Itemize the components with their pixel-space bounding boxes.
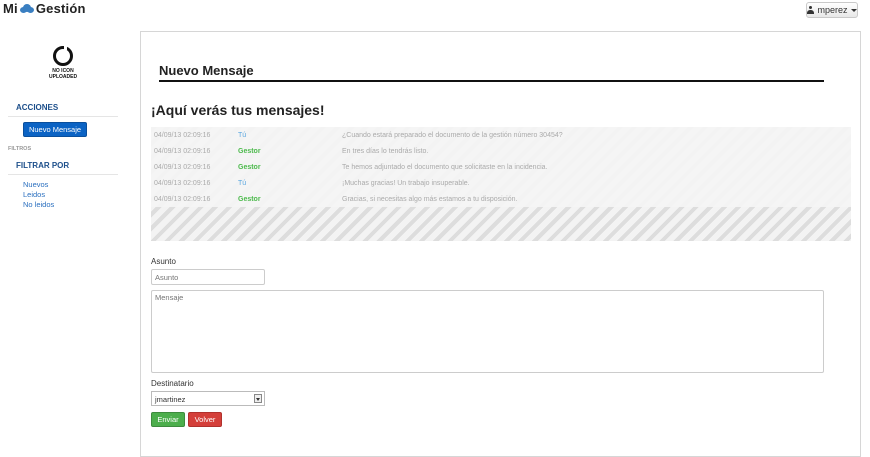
message-row[interactable]: 04/09/13 02:09:16 Gestor Gracias, si nec…	[151, 191, 851, 207]
message-sender: Gestor	[238, 147, 261, 155]
message-date: 04/09/13 02:09:16	[154, 179, 211, 187]
message-text: En tres días lo tendrás listo.	[342, 147, 429, 155]
destinatario-select[interactable]: jmartinez	[151, 391, 265, 406]
user-menu-button[interactable]: mperez	[806, 2, 858, 18]
filter-no-leidos-link[interactable]: No leidos	[23, 200, 54, 209]
brand-prefix: Mi	[3, 1, 18, 16]
message-list[interactable]: 04/09/13 02:09:16 Tú ¿Cuando estará prep…	[151, 127, 851, 241]
power-icon	[53, 45, 73, 66]
main-panel: Nuevo Mensaje ¡Aquí verás tus mensajes! …	[140, 31, 861, 457]
mensaje-textarea[interactable]	[151, 290, 824, 373]
asunto-input[interactable]	[151, 269, 265, 285]
filtrar-por-header: FILTRAR POR	[16, 161, 70, 170]
message-date: 04/09/13 02:09:16	[154, 131, 211, 139]
divider	[8, 116, 118, 117]
messages-headline: ¡Aquí verás tus mensajes!	[151, 102, 325, 118]
message-sender: Tú	[238, 179, 247, 187]
enviar-button[interactable]: Enviar	[151, 412, 185, 427]
message-row[interactable]: 04/09/13 02:09:16 Gestor En tres días lo…	[151, 143, 851, 159]
message-date: 04/09/13 02:09:16	[154, 163, 211, 171]
filtros-label: FILTROS	[8, 146, 32, 152]
dropdown-arrow-icon[interactable]	[254, 394, 262, 403]
no-icon-logo: NO ICON UPLOADED	[49, 45, 78, 88]
volver-button[interactable]: Volver	[188, 412, 222, 427]
top-bar: Mi Gestión mperez	[0, 0, 870, 22]
brand-logo[interactable]: Mi Gestión	[3, 1, 86, 16]
message-text: Te hemos adjuntado el documento que soli…	[342, 163, 548, 171]
message-text: ¿Cuando estará preparado el documento de…	[342, 131, 563, 139]
message-text: ¡Muchas gracias! Un trabajo insuperable.	[342, 179, 470, 187]
message-text: Gracias, si necesitas algo más estamos a…	[342, 195, 518, 203]
message-date: 04/09/13 02:09:16	[154, 147, 211, 155]
message-sender: Gestor	[238, 195, 261, 203]
caret-down-icon	[850, 8, 857, 12]
asunto-label: Asunto	[151, 257, 176, 266]
message-row[interactable]: 04/09/13 02:09:16 Tú ¿Cuando estará prep…	[151, 127, 851, 143]
title-rule	[159, 80, 824, 82]
destinatario-label: Destinatario	[151, 379, 194, 388]
destinatario-value: jmartinez	[155, 395, 186, 404]
cloud-icon	[19, 4, 34, 13]
divider	[8, 174, 118, 175]
acciones-header: ACCIONES	[16, 103, 59, 112]
message-row[interactable]: 04/09/13 02:09:16 Gestor Te hemos adjunt…	[151, 159, 851, 175]
user-icon	[807, 6, 815, 14]
nuevo-mensaje-button[interactable]: Nuevo Mensaje	[23, 122, 87, 137]
username: mperez	[817, 5, 848, 15]
message-row[interactable]: 04/09/13 02:09:16 Tú ¡Muchas gracias! Un…	[151, 175, 851, 191]
filter-leidos-link[interactable]: Leidos	[23, 190, 45, 199]
brand-suffix: Gestión	[35, 1, 86, 16]
page-title: Nuevo Mensaje	[159, 63, 254, 78]
logo-text-2: UPLOADED	[49, 74, 78, 80]
filter-nuevos-link[interactable]: Nuevos	[23, 180, 48, 189]
message-date: 04/09/13 02:09:16	[154, 195, 211, 203]
message-sender: Gestor	[238, 163, 261, 171]
message-sender: Tú	[238, 131, 247, 139]
